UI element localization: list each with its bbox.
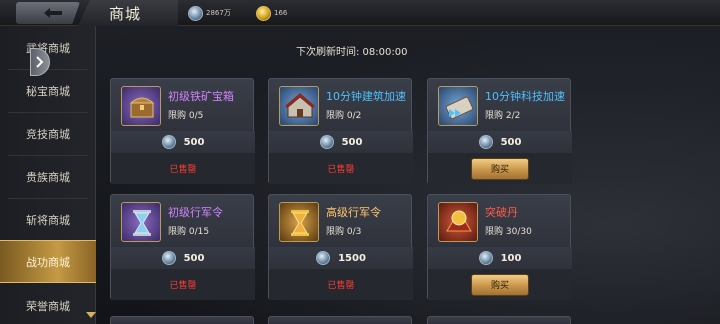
silver-coin-icon	[478, 251, 493, 265]
top-bar: 商城 2867万 166	[0, 0, 720, 26]
silver-coin-icon	[161, 135, 176, 149]
silver-coin-icon	[319, 135, 334, 149]
silver-resource: 2867万	[188, 5, 231, 21]
page-title: 商城	[109, 5, 142, 23]
purchase-limit: 限购 0/2	[326, 111, 362, 121]
item-name: 突破丹	[485, 206, 518, 219]
card-action-area: 已售罄	[111, 269, 255, 300]
hourglass-icon	[121, 202, 161, 242]
item-price: 1500	[338, 252, 366, 264]
item-price: 500	[500, 136, 522, 148]
card-action-area: 已售罄	[269, 269, 413, 300]
item-price: 500	[183, 252, 205, 264]
sold-out-label: 已售罄	[327, 165, 355, 175]
shop-item-card-partial[interactable]	[427, 316, 571, 324]
purchase-limit: 限购 0/3	[326, 227, 362, 237]
shop-item-card-partial[interactable]	[268, 316, 412, 324]
card-action-area: 已售罄	[269, 153, 413, 184]
silver-coin-icon	[161, 251, 176, 265]
item-name: 10分钟建筑加速	[326, 90, 406, 103]
refresh-timer: 下次刷新时间: 08:00:00	[296, 47, 408, 58]
sidebar-item-label: 战功商城	[26, 255, 70, 269]
shop-item-card[interactable]: 初级行军令 限购 0/15 500 已售罄	[110, 194, 255, 300]
breakthrough-pill-icon	[438, 202, 478, 242]
shop-screen: 商城 2867万 166 武将商城 秘宝商城 竞技商城 贵族商城 斩将商城 战功…	[0, 0, 720, 324]
gold-coin-icon	[256, 5, 271, 21]
back-button[interactable]	[16, 2, 80, 24]
shop-item-card[interactable]: 10分钟科技加速 限购 2/2 500 购买	[427, 78, 572, 184]
card-action-area: 已售罄	[111, 153, 255, 184]
gold-resource: 166	[256, 5, 287, 21]
treasure-chest-icon	[121, 86, 161, 126]
shop-item-card[interactable]: 初级铁矿宝箱 限购 0/5 500 已售罄	[110, 78, 255, 184]
sidebar-item-merit-shop[interactable]: 战功商城	[0, 240, 96, 283]
shop-item-card[interactable]: 10分钟建筑加速 限购 0/2 500 已售罄	[268, 78, 413, 184]
sidebar-item-honor-shop[interactable]: 荣誉商城	[0, 284, 96, 324]
buy-button[interactable]: 购买	[471, 157, 529, 180]
price-row: 100	[428, 247, 572, 269]
silver-coin-icon	[316, 251, 331, 265]
price-row: 500	[269, 131, 413, 153]
sold-out-label: 已售罄	[327, 281, 355, 291]
gold-hourglass-icon	[279, 202, 319, 242]
sidebar-item-slay-shop[interactable]: 斩将商城	[0, 198, 96, 241]
silver-coin-icon	[188, 5, 203, 21]
sidebar-item-arena-shop[interactable]: 竞技商城	[0, 112, 96, 155]
purchase-limit: 限购 2/2	[485, 111, 521, 121]
item-price: 100	[500, 252, 522, 264]
chevron-right-icon	[36, 56, 44, 68]
shop-item-card[interactable]: 突破丹 限购 30/30 100 购买	[427, 194, 572, 300]
back-arrow-icon	[44, 8, 62, 18]
sidebar-item-label: 竞技商城	[26, 127, 70, 141]
item-name: 初级铁矿宝箱	[168, 90, 234, 103]
sold-out-label: 已售罄	[169, 165, 197, 175]
price-row: 500	[111, 247, 255, 269]
shop-item-card[interactable]: 高级行军令 限购 0/3 1500 已售罄	[268, 194, 413, 300]
sidebar-item-noble-shop[interactable]: 贵族商城	[0, 155, 96, 198]
silver-coin-icon	[478, 135, 493, 149]
item-name: 10分钟科技加速	[485, 90, 565, 103]
purchase-limit: 限购 0/5	[168, 111, 204, 121]
item-price: 500	[341, 136, 363, 148]
price-row: 500	[111, 131, 255, 153]
price-row: 1500	[269, 247, 413, 269]
silver-value: 2867万	[206, 9, 231, 17]
card-action-area: 购买	[428, 153, 572, 184]
price-row: 500	[428, 131, 572, 153]
building-speedup-icon	[279, 86, 319, 126]
card-action-area: 购买	[428, 269, 572, 300]
sidebar-item-label: 斩将商城	[26, 213, 70, 227]
purchase-limit: 限购 0/15	[168, 227, 210, 237]
sidebar-item-label: 秘宝商城	[26, 84, 70, 98]
sidebar-item-label: 荣誉商城	[26, 299, 70, 313]
buy-button[interactable]: 购买	[471, 273, 529, 296]
scroll-down-icon[interactable]	[86, 312, 96, 318]
purchase-limit: 限购 30/30	[485, 227, 532, 237]
tech-speedup-icon	[438, 86, 478, 126]
shop-item-card-partial[interactable]	[110, 316, 254, 324]
sold-out-label: 已售罄	[169, 281, 197, 291]
gold-value: 166	[274, 9, 288, 17]
item-price: 500	[183, 136, 205, 148]
sidebar-item-label: 贵族商城	[26, 170, 70, 184]
item-name: 高级行军令	[326, 206, 381, 219]
item-name: 初级行军令	[168, 206, 223, 219]
sidebar-item-treasure-shop[interactable]: 秘宝商城	[0, 69, 96, 112]
shop-category-sidebar: 武将商城 秘宝商城 竞技商城 贵族商城 斩将商城 战功商城 荣誉商城	[0, 26, 96, 324]
